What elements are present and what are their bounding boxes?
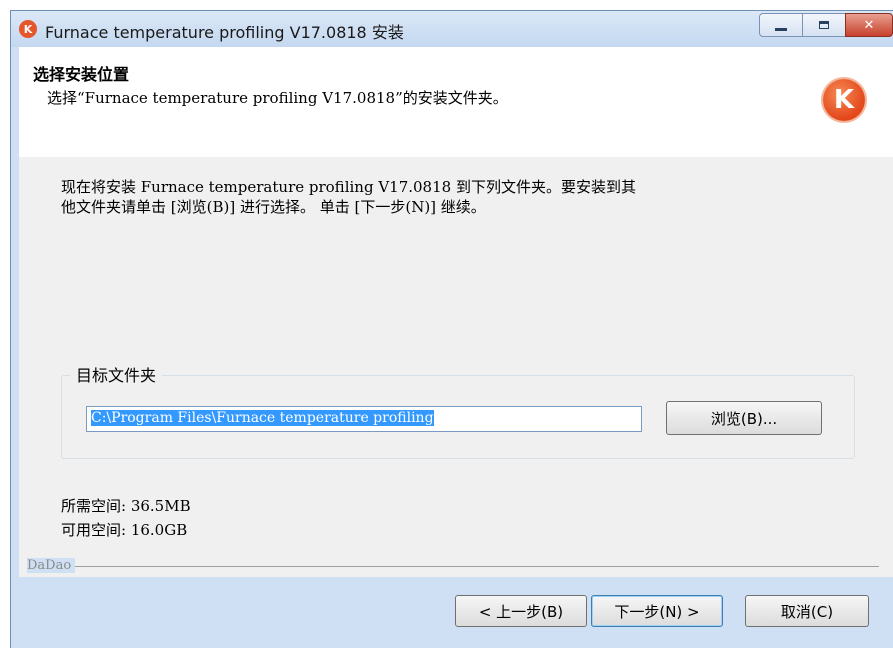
destination-folder-label: 目标文件夹 (70, 362, 163, 386)
cancel-button[interactable]: 取消(C) (745, 595, 869, 627)
maximize-button[interactable] (802, 13, 846, 37)
space-required: 所需空间: 36.5MB (61, 497, 191, 515)
footer-divider (59, 566, 879, 567)
close-icon: ✕ (863, 17, 875, 33)
installer-window: K Furnace temperature profiling V17.0818… (10, 10, 893, 648)
destination-path-input[interactable]: C:\Program Files\Furnace temperature pro… (86, 406, 642, 432)
destination-folder-group: 目标文件夹 C:\Program Files\Furnace temperatu… (61, 362, 855, 459)
instructions-line-1: 现在将安装 Furnace temperature profiling V17.… (61, 178, 636, 196)
brand-text: DaDao (27, 558, 76, 573)
close-button[interactable]: ✕ (845, 13, 893, 37)
page-subtitle: 选择“Furnace temperature profiling V17.081… (47, 89, 508, 107)
minimize-icon (775, 27, 787, 31)
title-bar[interactable]: K Furnace temperature profiling V17.0818… (11, 11, 893, 47)
minimize-button[interactable] (759, 13, 803, 37)
maximize-icon (819, 21, 829, 29)
caption-buttons: ✕ (759, 13, 893, 37)
back-button[interactable]: < 上一步(B) (455, 595, 587, 627)
instructions-text: 现在将安装 Furnace temperature profiling V17.… (61, 177, 861, 217)
space-available: 可用空间: 16.0GB (61, 521, 188, 539)
page-title: 选择安装位置 (33, 65, 130, 84)
brand-logo-icon: K (823, 79, 865, 121)
next-button[interactable]: 下一步(N) > (591, 595, 723, 627)
instructions-line-2: 他文件夹请单击 [浏览(B)] 进行选择。 单击 [下一步(N)] 继续。 (61, 198, 486, 216)
header-panel: 选择安装位置 选择“Furnace temperature profiling … (19, 47, 893, 158)
content-panel: 现在将安装 Furnace temperature profiling V17.… (19, 157, 893, 577)
browse-button[interactable]: 浏览(B)... (666, 401, 822, 435)
app-logo-icon: K (19, 20, 37, 38)
destination-path-text: C:\Program Files\Furnace temperature pro… (91, 410, 434, 426)
window-title: Furnace temperature profiling V17.0818 安… (45, 23, 404, 42)
